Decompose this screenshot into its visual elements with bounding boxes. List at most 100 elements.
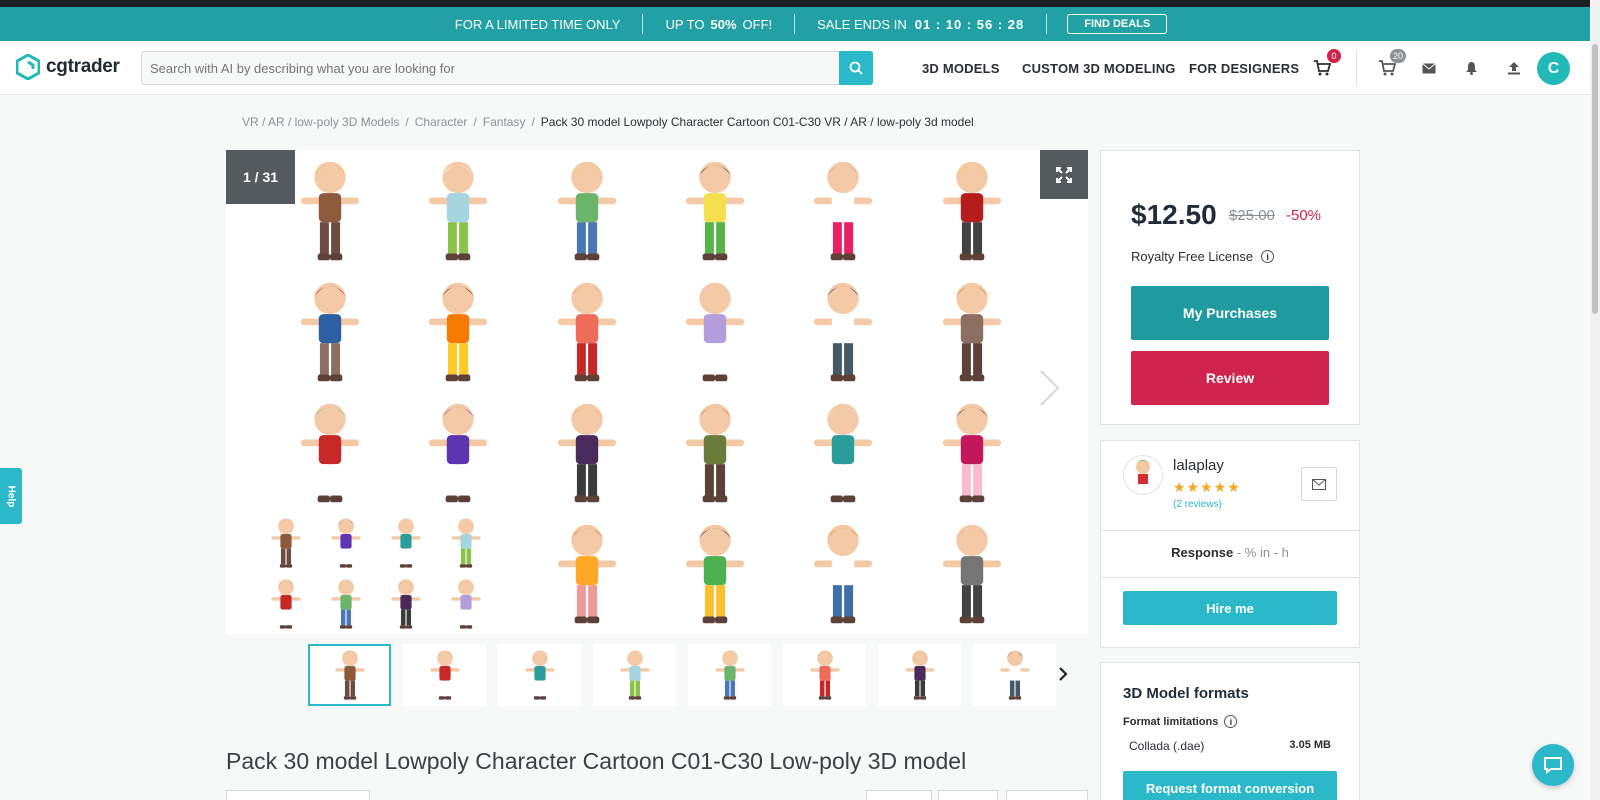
character-cell [908, 271, 1036, 392]
notifications-button[interactable] [1460, 57, 1482, 79]
nav-3d-models[interactable]: 3D MODELS [922, 61, 1000, 76]
breadcrumb-item[interactable]: Character [415, 115, 468, 129]
thumbnail[interactable] [688, 644, 771, 706]
thumbnail[interactable] [403, 644, 486, 706]
action-box[interactable] [866, 790, 932, 800]
logo-text: cgtrader [46, 56, 120, 77]
shop-button[interactable]: 20 [1376, 49, 1406, 79]
breadcrumb: VR / AR / low-poly 3D Models / Character… [242, 115, 974, 129]
thumbnail[interactable] [593, 644, 676, 706]
action-box[interactable] [938, 790, 998, 800]
seller-reviews-link[interactable]: (2 reviews) [1173, 499, 1222, 510]
request-format-conversion-button[interactable]: Request format conversion [1123, 771, 1337, 800]
thumbnail[interactable] [973, 644, 1056, 706]
character-cell [651, 150, 779, 271]
nav-for-designers[interactable]: FOR DESIGNERS [1189, 61, 1299, 76]
tab-box[interactable] [226, 790, 370, 800]
messages-button[interactable] [1418, 57, 1440, 79]
format-size: 3.05 MB [1289, 739, 1331, 751]
character-cell [908, 513, 1036, 634]
divider [1101, 577, 1359, 578]
cart-button[interactable]: 0 [1311, 49, 1341, 79]
character-figure [391, 579, 421, 629]
hire-me-button[interactable]: Hire me [1123, 591, 1337, 625]
license-label: Royalty Free License [1131, 249, 1254, 264]
character-cell [394, 392, 522, 513]
breadcrumb-item[interactable]: VR / AR / low-poly 3D Models [242, 115, 399, 129]
message-seller-button[interactable] [1301, 467, 1337, 501]
character-cell [523, 150, 651, 271]
discount-badge: -50% [1286, 207, 1322, 224]
review-button[interactable]: Review [1131, 351, 1329, 405]
search-input[interactable] [142, 52, 842, 84]
character-figure [557, 282, 616, 381]
format-name: Collada (.dae) [1129, 739, 1205, 753]
breadcrumb-item[interactable]: Fantasy [483, 115, 526, 129]
character-figure [429, 161, 488, 260]
response-label: Response [1171, 545, 1234, 560]
seller-name[interactable]: lalaplay [1173, 457, 1224, 474]
chat-button[interactable] [1532, 744, 1574, 786]
logo[interactable]: cgtrader [16, 54, 120, 80]
character-figure [557, 161, 616, 260]
thumbnail[interactable] [878, 644, 961, 706]
character-figure [334, 650, 365, 700]
formats-panel: 3D Model formats Format limitations i Co… [1100, 662, 1360, 800]
gallery-next-button[interactable] [1038, 368, 1062, 413]
promo-percent: 50% [710, 16, 737, 32]
promo-limited: FOR A LIMITED TIME ONLY [454, 16, 621, 32]
promo-banner: FOR A LIMITED TIME ONLY UP TO 50% OFF! S… [0, 7, 1600, 41]
character-figure [331, 518, 361, 568]
character-figure [301, 403, 360, 502]
thumbnail[interactable] [783, 644, 866, 706]
character-figure [271, 579, 301, 629]
chat-icon [1544, 757, 1562, 774]
mail-icon [1312, 478, 1326, 490]
image-counter: 1 / 31 [226, 150, 295, 204]
character-cell [266, 513, 506, 634]
breadcrumb-separator: / [405, 115, 409, 129]
divider [1101, 530, 1359, 531]
format-item: Collada (.dae) 3.05 MB [1129, 739, 1331, 753]
thumbnail[interactable] [308, 644, 391, 706]
seller-avatar[interactable] [1123, 455, 1163, 495]
character-figure [271, 518, 301, 568]
character-figure [686, 161, 745, 260]
my-purchases-button[interactable]: My Purchases [1131, 286, 1329, 340]
character-figure [301, 282, 360, 381]
price: $12.50 [1131, 199, 1217, 230]
logo-icon [16, 54, 40, 80]
character-figure [942, 282, 1001, 381]
promo-timer-block: SALE ENDS IN 01 : 10 : 56 : 28 [795, 14, 1046, 34]
character-cell [523, 271, 651, 392]
info-icon[interactable]: i [1261, 250, 1275, 263]
scrollbar-thumb[interactable] [1592, 44, 1598, 314]
upload-icon [1508, 62, 1520, 75]
character-figure [429, 403, 488, 502]
product-gallery[interactable]: 1 / 31 [226, 150, 1088, 634]
character-figure [429, 282, 488, 381]
character-cell [779, 513, 907, 634]
character-figure [809, 650, 840, 700]
character-figure [814, 282, 873, 381]
user-avatar[interactable]: C [1537, 52, 1570, 85]
thumbnails-next-button[interactable] [1058, 666, 1068, 687]
info-icon[interactable]: i [1224, 715, 1238, 728]
fullscreen-button[interactable] [1040, 150, 1088, 199]
help-tab[interactable]: Help [0, 468, 22, 524]
character-figure [904, 650, 935, 700]
nav-custom-modeling[interactable]: CUSTOM 3D MODELING [1022, 61, 1176, 76]
character-cell [523, 513, 651, 634]
character-figure [814, 524, 873, 623]
chevron-right-icon [1059, 667, 1068, 681]
character-figure [331, 579, 361, 629]
thumbnail[interactable] [498, 644, 581, 706]
character-figure [619, 650, 650, 700]
action-box[interactable] [1006, 790, 1088, 800]
upload-button[interactable] [1503, 57, 1525, 79]
find-deals-button[interactable]: FIND DEALS [1067, 14, 1168, 34]
search-button[interactable] [839, 51, 873, 85]
bell-icon [1465, 62, 1477, 75]
character-figure [714, 650, 745, 700]
expand-icon [1056, 166, 1072, 183]
